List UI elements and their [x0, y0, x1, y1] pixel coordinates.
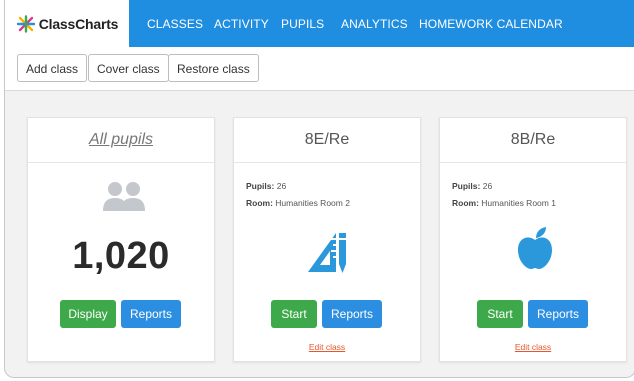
edit-class-link[interactable]: Edit class	[234, 342, 420, 352]
cover-class-button[interactable]: Cover class	[88, 54, 169, 82]
reports-button[interactable]: Reports	[322, 300, 382, 328]
nav-pupils[interactable]: PUPILS	[281, 0, 324, 47]
nav-homework-calendar[interactable]: HOMEWORK CALENDAR	[419, 0, 563, 47]
display-button[interactable]: Display	[60, 300, 116, 328]
logo-text: ClassCharts	[38, 15, 119, 32]
room-label: Room:	[246, 198, 273, 208]
nav-classes[interactable]: CLASSES	[147, 0, 203, 47]
pupils-label: Pupils:	[246, 181, 275, 191]
edit-class-link[interactable]: Edit class	[440, 342, 626, 352]
class-card-8e-re: 8E/Re Pupils: 26 Room: Humanities Room 2…	[233, 117, 421, 362]
reports-button[interactable]: Reports	[121, 300, 181, 328]
start-button[interactable]: Start	[477, 300, 523, 328]
room-info: Room: Humanities Room 1	[452, 198, 556, 208]
pupil-count: 1,020	[72, 235, 170, 277]
add-class-button[interactable]: Add class	[17, 54, 88, 82]
class-card-8b-re: 8B/Re Pupils: 26 Room: Humanities Room 1…	[439, 117, 627, 362]
pupils-value: 26	[482, 181, 493, 191]
room-label: Room:	[452, 198, 479, 208]
class-title: 8E/Re	[234, 118, 420, 163]
pupils-info: Pupils: 26	[246, 181, 286, 191]
nav-analytics[interactable]: ANALYTICS	[341, 0, 408, 47]
restore-class-button[interactable]: Restore class	[168, 54, 259, 82]
toolbar: Add class Cover class Restore class	[5, 47, 634, 91]
all-pupils-link[interactable]: All pupils	[28, 118, 214, 163]
top-nav: ClassCharts CLASSES ACTIVITY PUPILS ANAL…	[5, 0, 634, 47]
ruler-pencil-icon	[308, 233, 346, 273]
app-window: ClassCharts CLASSES ACTIVITY PUPILS ANAL…	[4, 0, 634, 378]
all-pupils-card: All pupils 1,020 Display Reports	[27, 117, 215, 362]
pupils-value: 26	[276, 181, 287, 191]
room-value: Humanities Room 2	[275, 198, 350, 208]
logo[interactable]: ClassCharts	[5, 0, 129, 47]
nav-activity[interactable]: ACTIVITY	[214, 0, 269, 47]
class-title: 8B/Re	[440, 118, 626, 163]
logo-icon	[16, 14, 35, 33]
people-icon	[103, 182, 145, 211]
start-button[interactable]: Start	[271, 300, 317, 328]
pupils-info: Pupils: 26	[452, 181, 492, 191]
room-value: Humanities Room 1	[481, 198, 556, 208]
apple-icon	[518, 227, 552, 269]
pupils-label: Pupils:	[452, 181, 481, 191]
room-info: Room: Humanities Room 2	[246, 198, 350, 208]
reports-button[interactable]: Reports	[528, 300, 588, 328]
